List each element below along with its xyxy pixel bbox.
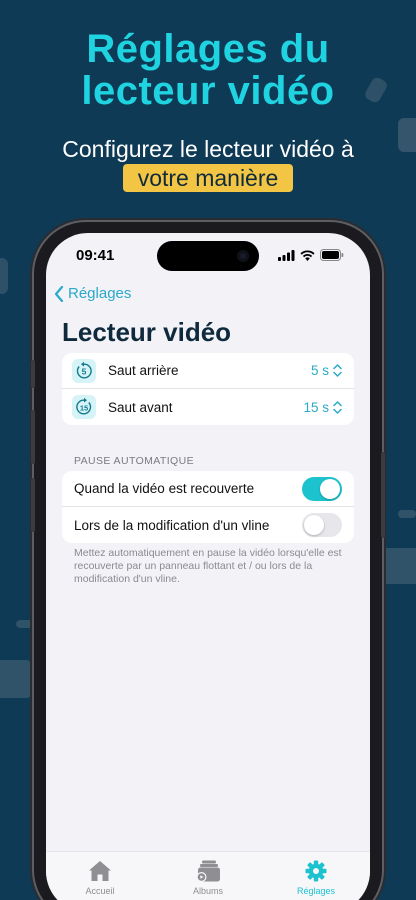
home-icon (89, 861, 111, 881)
chevron-up-down-icon (333, 364, 342, 377)
tab-settings[interactable]: Réglages (262, 852, 370, 900)
auto-pause-footnote: Mettez automatiquement en pause la vidéo… (74, 547, 342, 585)
toggle-knob (304, 515, 324, 535)
skip-back-value[interactable]: 5 s (311, 363, 342, 378)
tab-home-label: Accueil (85, 886, 115, 896)
wifi-icon (300, 249, 315, 261)
decorative-tile (0, 258, 8, 294)
phone-side-button (31, 410, 35, 464)
status-time: 09:41 (76, 247, 115, 264)
skip-forward-value-text: 15 s (303, 399, 329, 415)
promo-subline: Configurez le lecteur vidéo à (62, 136, 354, 162)
skip-back-value-text: 5 s (310, 363, 329, 378)
skip-forward-icon-text: 15 (80, 404, 88, 413)
auto-pause-header: PAUSE AUTOMATIQUE (74, 455, 194, 467)
back-label: Réglages (68, 285, 132, 302)
pause-on-vline-edit-row: Lors de la modification d'un vline (62, 507, 354, 543)
chevron-left-icon (54, 285, 64, 302)
pause-on-vline-edit-toggle[interactable] (302, 513, 342, 537)
phone-screen: 09:41 Réglages Lecteur vidéo 5 Saut arri… (46, 233, 370, 900)
skip-settings-group: 5 Saut arrière 5 s 15 Saut avant 15 s (62, 353, 354, 425)
phone-side-button (31, 360, 35, 388)
tab-albums-label: Albums (192, 886, 223, 896)
auto-pause-group: Quand la vidéo est recouverte Lors de la… (62, 471, 354, 543)
skip-forward-value[interactable]: 15 s (303, 400, 342, 415)
chevron-up-down-icon (333, 400, 342, 414)
promo-headline-line2: lecteur vidéo (81, 69, 335, 113)
phone-side-button (381, 452, 385, 538)
decorative-tile (398, 510, 416, 518)
tab-albums[interactable]: Albums (154, 852, 262, 900)
battery-icon (320, 249, 344, 261)
tab-bar: Accueil Albums Réglages (46, 851, 370, 900)
skip-back-5-icon: 5 (72, 358, 96, 383)
skip-forward-15-icon: 15 (72, 395, 96, 419)
back-button[interactable]: Réglages (54, 285, 131, 302)
skip-back-label: Saut arrière (108, 363, 179, 378)
decorative-tile (0, 660, 32, 698)
gear-icon (305, 860, 327, 882)
pause-when-covered-toggle[interactable] (302, 476, 342, 501)
pause-on-vline-edit-label: Lors de la modification d'un vline (74, 517, 270, 533)
tab-settings-label: Réglages (296, 886, 336, 896)
promo-highlight: votre manière (123, 164, 293, 192)
toggle-knob (320, 478, 340, 499)
phone-side-button (31, 478, 35, 532)
skip-back-icon-text: 5 (82, 366, 87, 376)
albums-icon (196, 860, 220, 882)
signal-icon (278, 249, 295, 261)
skip-back-row[interactable]: 5 Saut arrière 5 s (62, 353, 354, 389)
pause-when-covered-label: Quand la vidéo est recouverte (74, 481, 255, 496)
camera-icon (237, 250, 249, 262)
dynamic-island (157, 241, 259, 271)
pause-when-covered-row: Quand la vidéo est recouverte (62, 471, 354, 507)
status-icons (278, 249, 344, 261)
skip-forward-row[interactable]: 15 Saut avant 15 s (62, 389, 354, 425)
promo-headline: Réglages du lecteur vidéo (0, 28, 416, 112)
promo-headline-line1: Réglages du (86, 27, 330, 71)
decorative-tile (380, 548, 416, 584)
skip-forward-label: Saut avant (108, 399, 173, 415)
page-title: Lecteur vidéo (62, 317, 232, 347)
tab-home[interactable]: Accueil (46, 852, 154, 900)
